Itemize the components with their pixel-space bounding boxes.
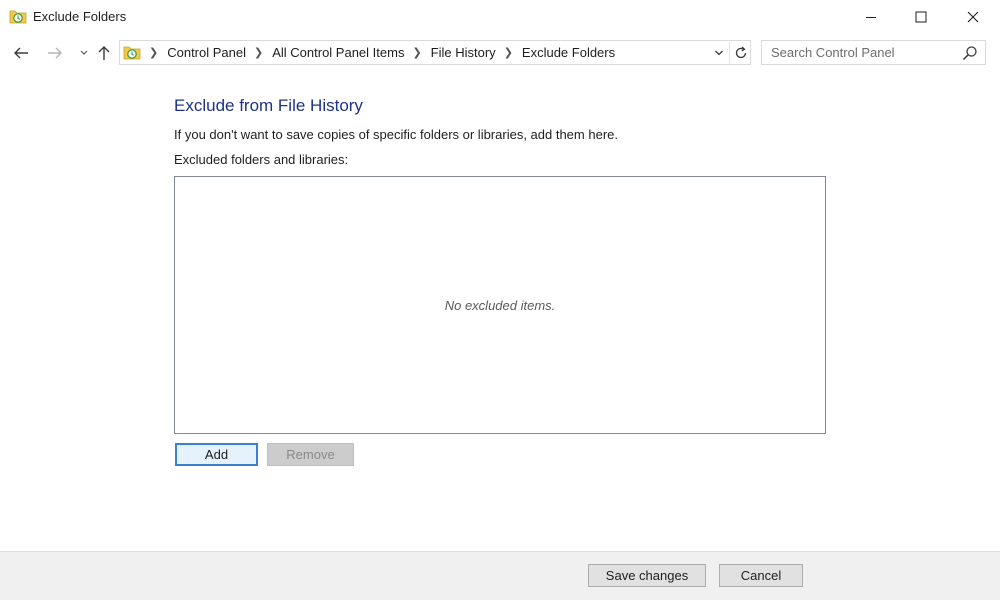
back-arrow-icon[interactable] [10,42,32,64]
navigation-bar: ❯ Control Panel ❯ All Control Panel Item… [0,38,1000,68]
title-bar: Exclude Folders [0,0,1000,33]
file-history-icon [123,44,141,60]
chevron-right-icon[interactable]: ❯ [254,46,263,59]
add-button[interactable]: Add [175,443,258,466]
close-button[interactable] [950,0,996,33]
save-changes-button[interactable]: Save changes [588,564,706,587]
refresh-icon[interactable] [729,42,751,64]
breadcrumb-exclude-folders[interactable]: Exclude Folders [522,45,615,60]
page-description: If you don't want to save copies of spec… [174,127,618,142]
minimize-button[interactable] [848,0,894,33]
footer-bar: Save changes Cancel [0,551,1000,600]
search-input[interactable]: Search Control Panel [761,40,986,65]
empty-list-message: No excluded items. [444,298,556,313]
excluded-list-label: Excluded folders and libraries: [174,152,349,167]
chevron-right-icon[interactable]: ❯ [149,46,158,59]
window-title: Exclude Folders [33,9,127,24]
breadcrumb-control-panel[interactable]: Control Panel [167,45,246,60]
address-bar[interactable]: ❯ Control Panel ❯ All Control Panel Item… [119,40,751,65]
breadcrumb-file-history[interactable]: File History [431,45,496,60]
recent-locations-chevron-icon[interactable] [73,42,95,64]
cancel-button[interactable]: Cancel [719,564,803,587]
up-arrow-icon[interactable] [93,42,115,64]
maximize-button[interactable] [898,0,944,33]
breadcrumb-all-items[interactable]: All Control Panel Items [272,45,404,60]
file-history-icon [9,8,27,24]
search-placeholder: Search Control Panel [771,45,895,60]
page-title: Exclude from File History [174,96,363,115]
forward-arrow-icon[interactable] [44,42,66,64]
breadcrumb: ❯ Control Panel ❯ All Control Panel Item… [147,45,621,60]
address-dropdown-icon[interactable] [710,44,728,62]
excluded-items-list[interactable]: No excluded items. [174,176,826,434]
chevron-right-icon[interactable]: ❯ [412,46,421,59]
remove-button[interactable]: Remove [267,443,354,466]
chevron-right-icon[interactable]: ❯ [504,46,513,59]
search-icon[interactable] [962,45,978,61]
